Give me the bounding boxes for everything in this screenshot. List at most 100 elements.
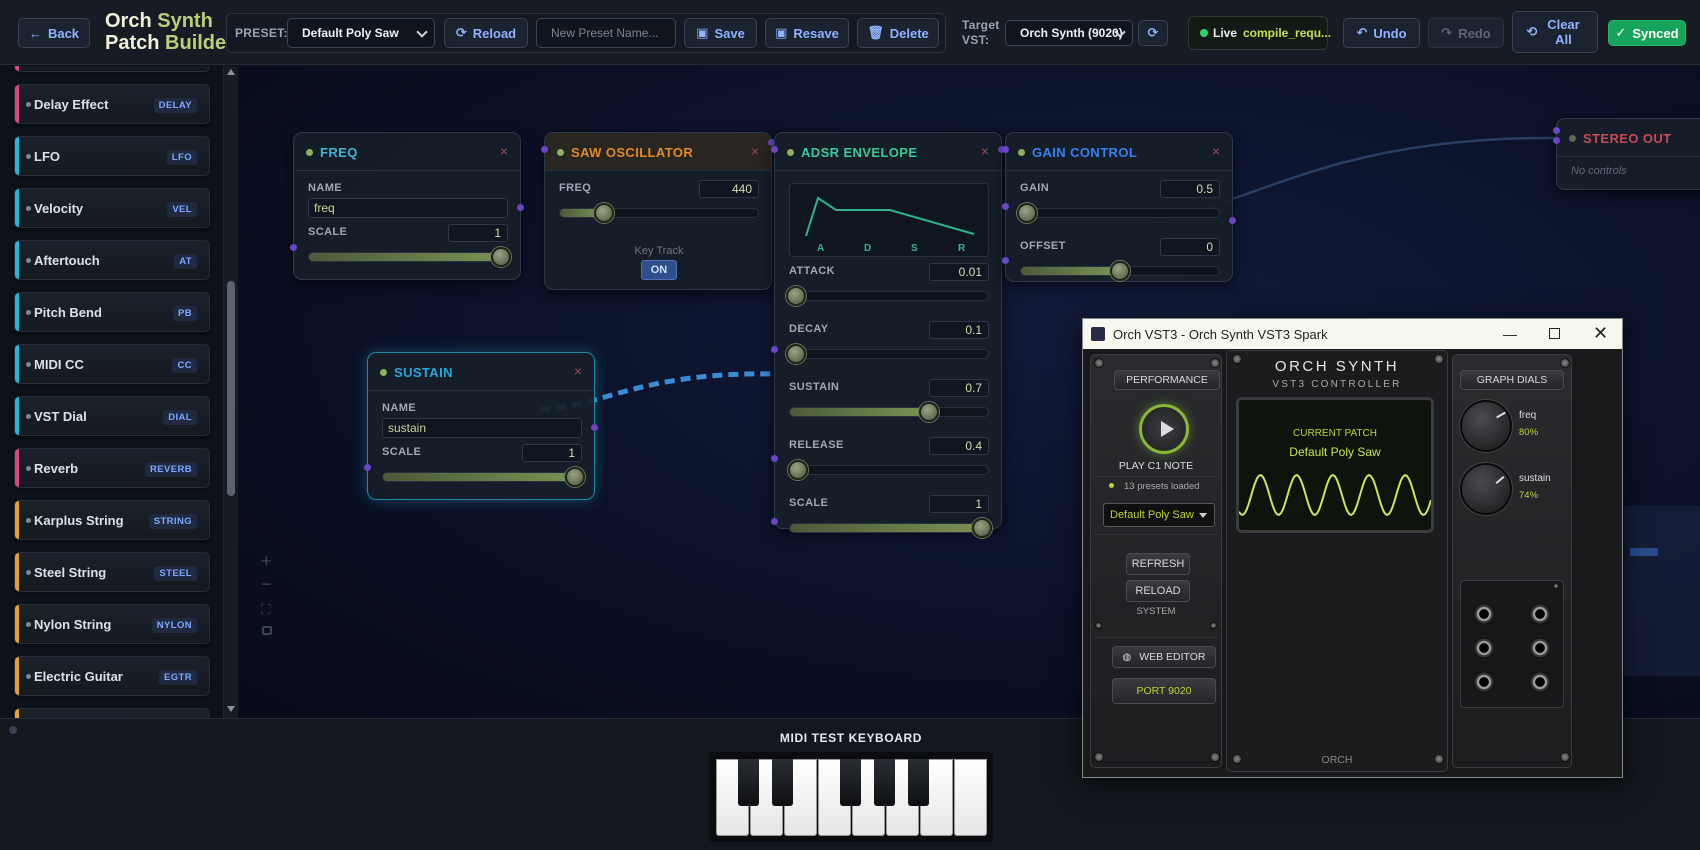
undo-button[interactable]: ↶ Undo (1343, 18, 1420, 48)
clear-all-button[interactable]: ⟲ Clear All (1512, 11, 1598, 53)
fit-view-icon[interactable]: ⛶ (261, 601, 271, 618)
audio-jack[interactable] (1473, 603, 1495, 625)
minimize-icon[interactable]: — (1503, 326, 1517, 342)
white-key[interactable] (954, 759, 987, 836)
reload-button[interactable]: ⟳ Reload (444, 18, 528, 48)
slider-knob[interactable] (565, 467, 585, 487)
input-port[interactable] (1553, 127, 1560, 134)
param-value[interactable]: 0.1 (929, 321, 989, 339)
module-item-partial[interactable] (14, 66, 210, 72)
node-gain-control[interactable]: GAIN CONTROL × GAIN 0.5 OFFSET 0 (1002, 132, 1236, 282)
module-item[interactable]: Aftertouch AT (14, 240, 210, 280)
module-item[interactable]: LFO LFO (14, 136, 210, 176)
param-value[interactable]: 1 (929, 495, 989, 513)
scale-slider[interactable] (308, 247, 511, 267)
audio-jack[interactable] (1529, 637, 1551, 659)
mod-port[interactable] (1002, 203, 1009, 210)
freq-dial[interactable] (1460, 400, 1512, 452)
slider-knob[interactable] (1110, 261, 1130, 281)
slider-knob[interactable] (1017, 203, 1037, 223)
slider-knob[interactable] (786, 344, 806, 364)
save-button[interactable]: ▣ Save (684, 18, 757, 48)
web-editor-button[interactable]: ◍ WEB EDITOR (1112, 646, 1216, 668)
mod-port[interactable] (771, 518, 778, 525)
slider-knob[interactable] (918, 402, 939, 422)
slider-knob[interactable] (787, 460, 808, 480)
synced-button[interactable]: ✓ Synced (1608, 20, 1686, 46)
sustain-dial[interactable] (1460, 463, 1512, 515)
module-item-partial[interactable] (14, 708, 210, 718)
back-button[interactable]: ← Back (18, 18, 90, 48)
reload-button[interactable]: RELOAD (1126, 580, 1190, 602)
key-track-toggle[interactable]: ON (641, 260, 677, 280)
module-item[interactable]: Reverb REVERB (14, 448, 210, 488)
sidebar-scrollbar[interactable] (224, 66, 238, 718)
node-saw-oscillator[interactable]: SAW OSCILLATOR × FREQ 440 Key Track ON (541, 132, 775, 290)
close-icon[interactable]: × (500, 143, 508, 159)
slider-knob[interactable] (786, 286, 806, 306)
module-item[interactable]: VST Dial DIAL (14, 396, 210, 436)
refresh-vst-button[interactable]: ⟳ (1138, 20, 1168, 46)
black-key[interactable] (874, 759, 895, 806)
audio-jack[interactable] (1529, 603, 1551, 625)
module-item[interactable]: Velocity VEL (14, 188, 210, 228)
param-slider[interactable] (786, 286, 989, 306)
mod-port[interactable] (771, 455, 778, 462)
close-icon[interactable]: × (1212, 143, 1220, 159)
input-port[interactable] (290, 244, 297, 251)
output-port[interactable] (1229, 217, 1236, 224)
output-port[interactable] (517, 204, 524, 211)
close-icon[interactable]: × (574, 363, 582, 379)
gain-slider[interactable] (1017, 203, 1220, 223)
input-port[interactable] (771, 146, 778, 153)
name-input[interactable]: sustain (382, 418, 582, 438)
module-item[interactable]: Electric Guitar EGTR (14, 656, 210, 696)
module-item[interactable]: Steel String STEEL (14, 552, 210, 592)
close-icon[interactable]: ✕ (1593, 323, 1608, 344)
zoom-out-icon[interactable]: − (261, 574, 272, 595)
black-key[interactable] (738, 759, 759, 806)
node-stereo-out[interactable]: STEREO OUT No controls (1553, 118, 1700, 190)
node-freq[interactable]: FREQ × NAME freq SCALE 1 (290, 132, 524, 280)
maximize-icon[interactable] (1549, 328, 1560, 339)
scroll-up-icon[interactable] (227, 69, 235, 75)
module-item[interactable]: MIDI CC CC (14, 344, 210, 384)
black-key[interactable] (908, 759, 929, 806)
input-port[interactable] (1553, 137, 1560, 144)
scale-value[interactable]: 1 (522, 444, 582, 462)
resave-button[interactable]: ▣ Resave (765, 18, 849, 48)
audio-jack[interactable] (1473, 671, 1495, 693)
module-item[interactable]: Delay Effect DELAY (14, 84, 210, 124)
module-item[interactable]: Pitch Bend PB (14, 292, 210, 332)
vst-window[interactable]: Orch VST3 - Orch Synth VST3 Spark — ✕ PE… (1082, 318, 1623, 778)
offset-slider[interactable] (1020, 261, 1220, 281)
black-key[interactable] (840, 759, 861, 806)
mod-port[interactable] (1002, 257, 1009, 264)
module-item[interactable]: Karplus String STRING (14, 500, 210, 540)
param-slider[interactable] (789, 402, 989, 422)
slider-knob[interactable] (491, 247, 511, 267)
scale-slider[interactable] (382, 467, 585, 487)
close-icon[interactable]: × (751, 143, 759, 159)
param-value[interactable]: 0.01 (929, 263, 989, 281)
freq-slider[interactable] (559, 203, 759, 223)
scrollbar-thumb[interactable] (227, 281, 235, 496)
input-port[interactable] (364, 464, 371, 471)
refresh-button[interactable]: REFRESH (1126, 553, 1190, 575)
slider-knob[interactable] (593, 203, 614, 223)
module-item[interactable]: Nylon String NYLON (14, 604, 210, 644)
black-key[interactable] (772, 759, 793, 806)
preset-select[interactable]: Default Poly Saw (287, 18, 435, 48)
param-slider[interactable] (789, 518, 992, 538)
lock-icon[interactable] (262, 626, 272, 635)
mod-port[interactable] (771, 346, 778, 353)
zoom-in-icon[interactable]: + (261, 551, 272, 572)
slider-knob[interactable] (972, 518, 992, 538)
target-vst-select[interactable]: Orch Synth (9020) (1005, 20, 1133, 46)
redo-button[interactable]: ↷ Redo (1428, 18, 1504, 48)
audio-jack[interactable] (1473, 637, 1495, 659)
node-sustain[interactable]: SUSTAIN × NAME sustain SCALE 1 (364, 352, 598, 500)
scale-value[interactable]: 1 (448, 224, 508, 242)
port-button[interactable]: PORT 9020 (1112, 678, 1216, 704)
freq-value[interactable]: 440 (699, 180, 759, 198)
